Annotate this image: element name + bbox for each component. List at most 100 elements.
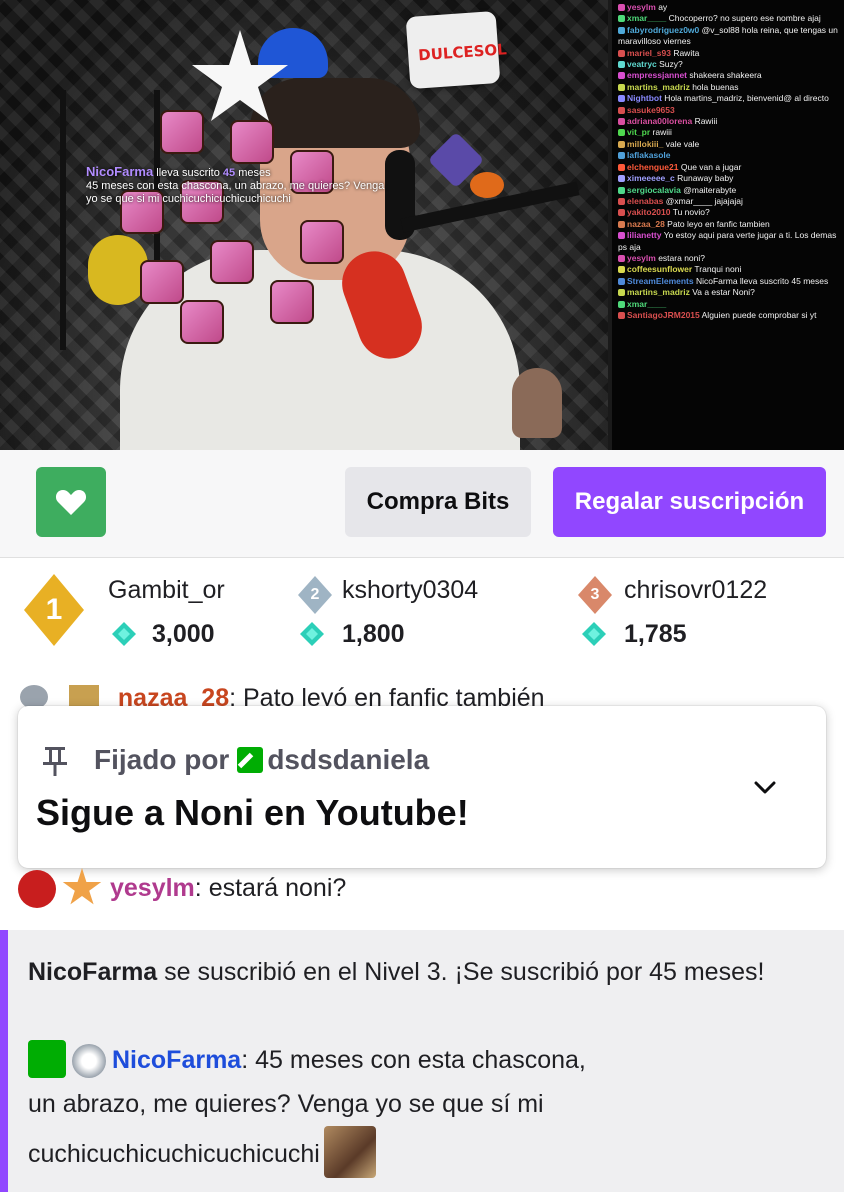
bottom-strip — [0, 1192, 844, 1200]
clown-badge-icon — [72, 1044, 106, 1078]
leaderboard-amount: 3,000 — [152, 620, 215, 648]
overlay-chat-text: vale vale — [663, 138, 700, 149]
alert-username: NicoFarma — [86, 164, 154, 179]
leaderboard-entry-1[interactable]: 1 Gambit_or 3,000 — [0, 558, 290, 678]
sub-notice-title: NicoFarma se suscribió en el Nivel 3. ¡S… — [28, 952, 828, 992]
pinned-by-username[interactable]: dsdsdaniela — [267, 744, 429, 775]
badge-icon — [618, 106, 625, 114]
pinned-message-card[interactable]: Fijado por dsdsdaniela Sigue a Noni en Yo… — [18, 706, 826, 868]
overlay-chat-text: Suzy? — [656, 59, 683, 70]
badge-icon — [618, 152, 625, 160]
overlay-chat-text: Que van a jugar — [678, 161, 742, 172]
moderator-sword-icon — [237, 747, 264, 773]
background-person — [512, 368, 562, 438]
emote — [270, 280, 314, 324]
overlay-chat-username: ximeeeee_c — [627, 173, 675, 184]
video-player[interactable]: DULCESOL NicoFarma lleva suscrito 45 mes… — [0, 0, 844, 450]
chat-separator: : — [194, 874, 202, 902]
sub-message-username[interactable]: NicoFarma — [112, 1046, 241, 1074]
pinned-message-text: Sigue a Noni en Youtube! — [36, 792, 469, 833]
overlay-chat-text: Alguien puede comprobar si yt — [699, 309, 817, 320]
gift-sub-button[interactable]: Regalar suscripción — [553, 467, 826, 537]
leaderboard-entry-3[interactable]: 3 chrisovr0122 1,785 — [570, 558, 844, 678]
sub-message-line2: un abrazo, me quieres? Venga yo se que s… — [28, 1090, 544, 1118]
chat-username[interactable]: yesylm — [110, 874, 195, 902]
badge-icon — [618, 129, 625, 137]
overlay-chat-line: vit_pr rawiii — [618, 127, 838, 138]
badge-icon — [618, 26, 625, 34]
overlay-chat-username: vit_pr — [627, 127, 651, 138]
overlay-chat-text: estara noni? — [655, 252, 705, 263]
emote-animation — [120, 110, 360, 350]
overlay-chat-text: NicoFarma lleva suscrito 45 meses — [693, 275, 829, 286]
follow-button[interactable] — [36, 467, 106, 537]
overlay-chat-text: Hola martins_madriz, bienvenid@ al direc… — [661, 93, 829, 104]
bits-gem-icon — [300, 622, 324, 646]
badge-icon — [618, 254, 625, 262]
overlay-chat-username: veatryc — [627, 59, 657, 70]
overlay-chat-text: Tranqui noni — [692, 264, 742, 275]
overlay-chat-line: martins_madriz Va a estar Noni? — [618, 287, 838, 298]
badge-icon — [618, 311, 625, 319]
cat-badge-icon — [20, 685, 48, 708]
badge-icon — [618, 300, 625, 308]
emote — [160, 110, 204, 154]
pinned-by-label: Fijado por — [94, 744, 230, 775]
overlay-chat-text: @maiterabyte — [680, 184, 737, 195]
emote — [140, 260, 184, 304]
overlay-chat-text: rawiii — [650, 127, 672, 138]
badge-icon — [618, 72, 625, 80]
emote — [230, 120, 274, 164]
overlay-chat-username: martins_madriz — [627, 81, 690, 92]
badge-icon — [618, 95, 625, 103]
overlay-chat-text: ay — [655, 2, 668, 12]
overlay-chat-line: sergiocalavia @maiterabyte — [618, 185, 838, 196]
overlay-chat-line: Nightbot Hola martins_madriz, bienvenid@… — [618, 93, 838, 104]
overlay-chat-line: martins_madriz hola buenas — [618, 82, 838, 93]
moderator-sword-icon — [28, 1040, 66, 1078]
leaderboard-amount: 1,785 — [624, 620, 687, 648]
leaderboard-entry-2[interactable]: 2 kshorty0304 1,800 — [290, 558, 570, 678]
rank-2-badge-icon: 2 — [298, 576, 332, 614]
chevron-down-icon[interactable] — [752, 774, 778, 800]
badge-icon — [618, 289, 625, 297]
overlay-chat-line: adriana00lorena Rawiii — [618, 116, 838, 127]
bits-gem-icon — [582, 622, 606, 646]
cardinal-badge-icon — [18, 870, 56, 908]
sub-username[interactable]: NicoFarma — [28, 958, 157, 986]
overlay-chat-line: StreamElements NicoFarma lleva suscrito … — [618, 276, 838, 287]
overlay-chat-username: mariel_s93 — [627, 47, 671, 58]
emote — [180, 300, 224, 344]
buy-bits-button[interactable]: Compra Bits — [345, 467, 531, 537]
overlay-chat-username: xmar____ — [627, 298, 667, 309]
overlay-chat-username: laflakasole — [627, 150, 671, 161]
overlay-chat-line: nazaa_28 Pato leyo en fanfic tambien — [618, 219, 838, 230]
overlay-chat-username: lilianetty — [627, 230, 662, 241]
pillow-label: DULCESOL — [417, 40, 508, 65]
emote — [210, 240, 254, 284]
overlay-chat-username: sergiocalavia — [627, 184, 681, 195]
overlay-chat-text: Rawita — [670, 47, 700, 58]
overlay-chat-text: @xmar____ jajajajaj — [663, 195, 743, 206]
bits-gem-icon — [112, 622, 136, 646]
badge-icon — [618, 232, 625, 240]
overlay-chat-username: martins_madriz — [627, 287, 690, 298]
overlay-chat-text: Tu novio? — [670, 207, 710, 218]
overlay-chat-username: Nightbot — [627, 93, 662, 104]
chat-line: yesylm: estará noni? — [110, 874, 346, 903]
alert-prefix: lleva suscrito — [156, 167, 220, 179]
pumpkin — [470, 172, 504, 198]
chat-username[interactable]: nazaa_28 — [118, 684, 229, 708]
overlay-chat-line: empressjannet shakeera shakeera — [618, 70, 838, 81]
alert-message: 45 meses con esta chascona, un abrazo, m… — [86, 180, 385, 205]
overlay-chat-username: xmar____ — [627, 13, 667, 24]
badge-icon — [618, 197, 625, 205]
sub-alert: NicoFarma lleva suscrito 45 meses 45 mes… — [86, 165, 386, 206]
stream-video-frame: DULCESOL NicoFarma lleva suscrito 45 mes… — [0, 0, 608, 450]
overlay-chat-line: laflakasole — [618, 150, 838, 161]
overlay-chat-line: elenabas @xmar____ jajajajaj — [618, 196, 838, 207]
chat-line: nazaa_28: Pato leyó en fanfic también — [20, 684, 545, 708]
badge-icon — [618, 186, 625, 194]
overlay-chat-line: fabyrodriguez0w0 @v_sol88 hola reina, qu… — [618, 25, 838, 48]
leaderboard-username: chrisovr0122 — [624, 576, 768, 604]
